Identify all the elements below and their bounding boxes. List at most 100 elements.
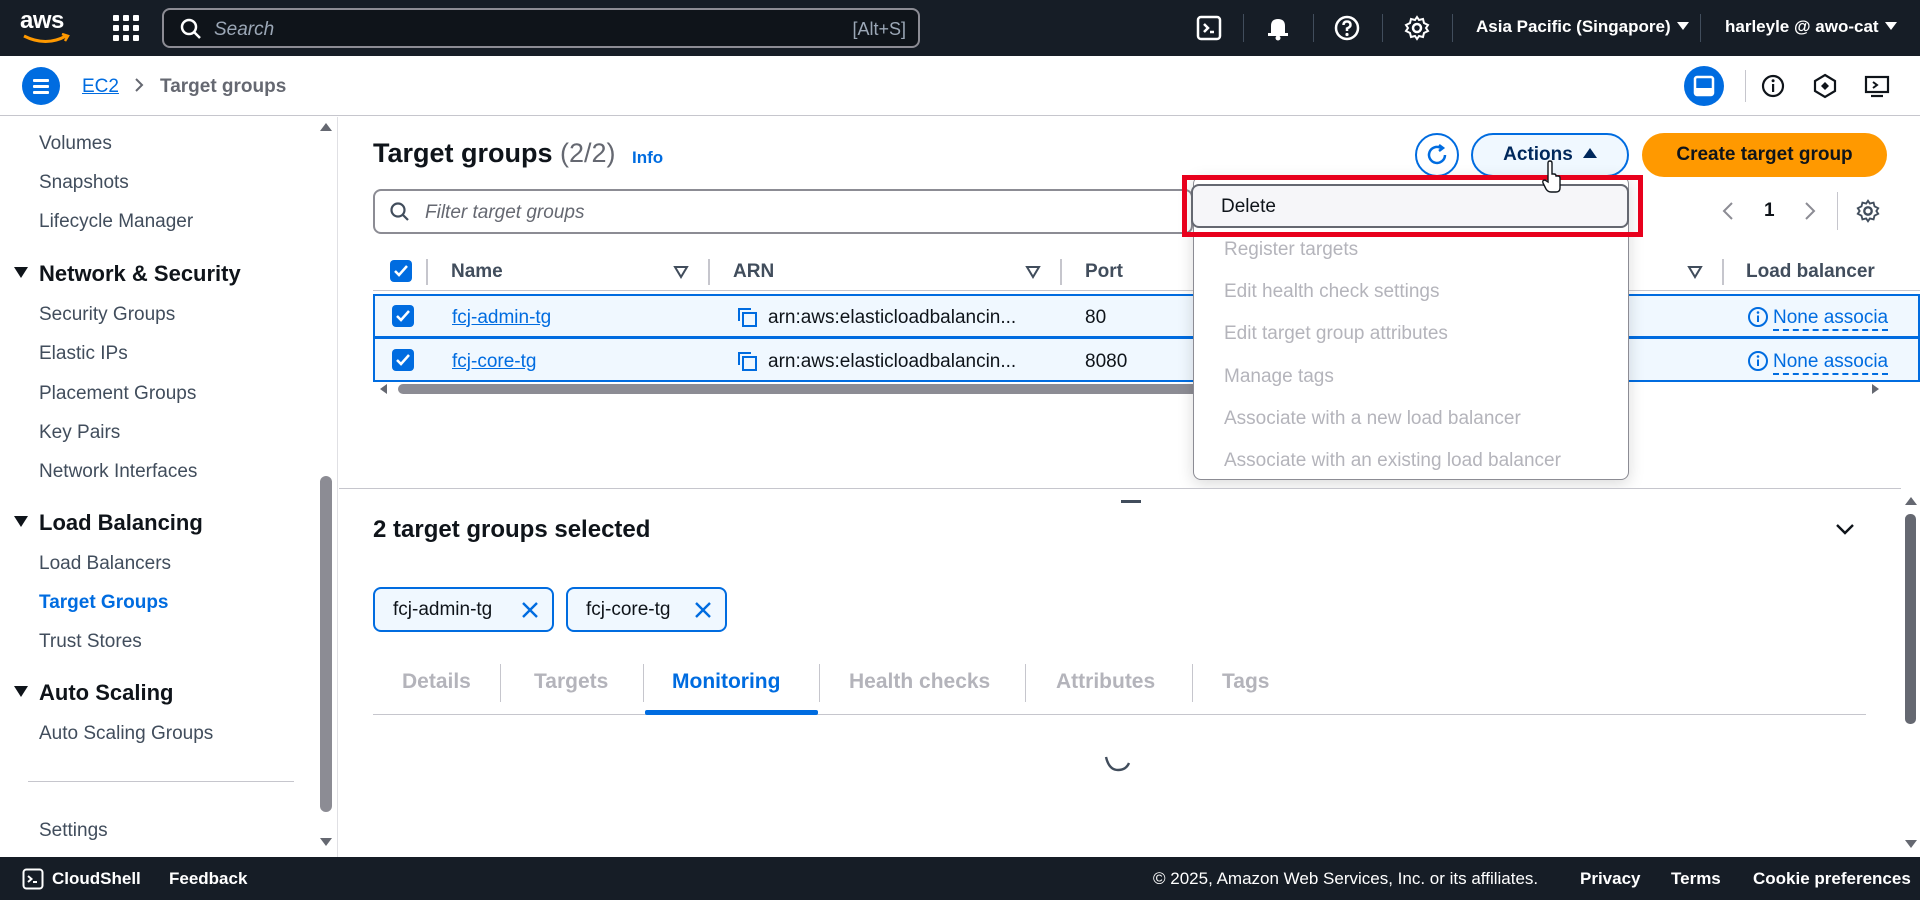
chevron-left-icon[interactable] — [1722, 201, 1734, 221]
sidebar-item-key-pairs[interactable]: Key Pairs — [39, 422, 120, 444]
menu-item-register-targets: Register targets — [1224, 239, 1359, 260]
row-checkbox[interactable] — [392, 349, 414, 371]
aws-logo-text: aws — [20, 7, 64, 34]
target-group-name-link[interactable]: fcj-admin-tg — [452, 307, 551, 329]
notifications-panel-icon[interactable] — [1809, 70, 1841, 102]
tab-details[interactable]: Details — [402, 670, 471, 694]
copyright-text: © 2025, Amazon Web Services, Inc. or its… — [1153, 869, 1539, 888]
scroll-up-arrow-icon[interactable] — [320, 123, 332, 131]
copy-icon[interactable] — [735, 305, 759, 329]
chevron-down-icon[interactable] — [1835, 522, 1855, 536]
region-selector[interactable]: Asia Pacific (Singapore) — [1476, 17, 1689, 37]
column-header-name[interactable]: Name — [451, 261, 503, 283]
column-header-arn[interactable]: ARN — [733, 261, 774, 283]
create-target-group-button[interactable]: Create target group — [1642, 133, 1887, 177]
divider — [643, 664, 644, 702]
sidebar-item-volumes[interactable]: Volumes — [39, 133, 112, 155]
breadcrumb-ec2-link[interactable]: EC2 — [82, 76, 119, 98]
sidebar-item-elastic-ips[interactable]: Elastic IPs — [39, 343, 128, 365]
column-header-port[interactable]: Port — [1085, 261, 1123, 283]
sidebar-section-auto-scaling[interactable]: Auto Scaling — [14, 680, 173, 706]
load-balancer-link[interactable]: None associa — [1773, 307, 1889, 331]
search-input[interactable]: Search [Alt+S] — [162, 8, 920, 48]
scroll-up-arrow-icon[interactable] — [1905, 497, 1917, 505]
table-row[interactable]: fcj-admin-tg arn:aws:elasticloadbalancin… — [373, 294, 1920, 338]
table-row[interactable]: fcj-core-tg arn:aws:elasticloadbalancin.… — [373, 338, 1920, 382]
column-header-load-balancer[interactable]: Load balancer — [1746, 261, 1875, 283]
hand-pointer-cursor-icon — [1542, 160, 1561, 193]
split-panel-toggle-button[interactable] — [1684, 66, 1724, 106]
filter-input[interactable]: Filter target groups — [373, 189, 1193, 234]
sidebar-item-lifecycle-manager[interactable]: Lifecycle Manager — [39, 211, 193, 233]
services-grid-icon[interactable] — [113, 15, 139, 41]
settings-gear-icon[interactable] — [1403, 14, 1431, 42]
terms-link[interactable]: Terms — [1671, 869, 1721, 889]
account-menu[interactable]: harleyle @ awo-cat — [1725, 17, 1897, 37]
menu-item-associate-new-load-balancer: Associate with a new load balancer — [1224, 408, 1521, 429]
tabs-baseline — [373, 714, 1866, 715]
table-preferences-gear-icon[interactable] — [1855, 198, 1881, 224]
sidebar-item-security-groups[interactable]: Security Groups — [39, 304, 175, 326]
aws-logo[interactable]: aws — [20, 9, 72, 45]
sidebar-scrollbar[interactable] — [320, 476, 332, 812]
sidebar-item-snapshots[interactable]: Snapshots — [39, 172, 129, 194]
privacy-link[interactable]: Privacy — [1580, 869, 1641, 889]
info-link[interactable]: Info — [632, 148, 663, 168]
feedback-link[interactable]: Feedback — [169, 869, 247, 889]
sidebar-section-network-security[interactable]: Network & Security — [14, 261, 241, 287]
cookie-preferences-link[interactable]: Cookie preferences — [1753, 869, 1911, 889]
refresh-button[interactable] — [1415, 133, 1459, 177]
notifications-bell-icon[interactable] — [1264, 14, 1292, 42]
tab-health-checks[interactable]: Health checks — [849, 670, 990, 694]
tab-tags[interactable]: Tags — [1222, 670, 1269, 694]
scroll-right-arrow-icon[interactable] — [1872, 384, 1879, 394]
sidebar-item-auto-scaling-groups[interactable]: Auto Scaling Groups — [39, 723, 213, 745]
split-panel-scrollbar[interactable] — [1905, 514, 1916, 724]
scroll-left-arrow-icon[interactable] — [380, 384, 387, 394]
sidebar-item-placement-groups[interactable]: Placement Groups — [39, 383, 196, 405]
filter-placeholder: Filter target groups — [425, 202, 585, 223]
cloudshell-icon[interactable] — [22, 868, 44, 890]
cloudshell-icon[interactable] — [1195, 14, 1223, 42]
split-panel-resize-handle[interactable] — [1121, 500, 1141, 503]
load-balancer-link[interactable]: None associa — [1773, 351, 1889, 375]
sidebar-item-target-groups[interactable]: Target Groups — [39, 592, 169, 614]
close-icon[interactable] — [520, 600, 540, 620]
tutorial-panel-icon[interactable] — [1861, 70, 1893, 102]
sort-icon[interactable] — [673, 265, 689, 279]
sidebar-item-settings[interactable]: Settings — [39, 820, 108, 842]
copy-icon[interactable] — [735, 349, 759, 373]
cloudshell-link[interactable]: CloudShell — [52, 869, 141, 889]
help-icon[interactable] — [1333, 14, 1361, 42]
sidebar-item-trust-stores[interactable]: Trust Stores — [39, 631, 142, 653]
sidebar-item-load-balancers[interactable]: Load Balancers — [39, 553, 171, 575]
sort-icon[interactable] — [1025, 265, 1041, 279]
active-tab-indicator — [645, 710, 818, 715]
sort-icon[interactable] — [1687, 265, 1703, 279]
nav-menu-button[interactable] — [22, 67, 60, 105]
section-heading: Network & Security — [39, 261, 241, 286]
sidebar-item-network-interfaces[interactable]: Network Interfaces — [39, 461, 197, 483]
divider — [1722, 259, 1724, 285]
page-number[interactable]: 1 — [1764, 200, 1775, 222]
tab-targets[interactable]: Targets — [534, 670, 608, 694]
info-panel-icon[interactable] — [1757, 70, 1789, 102]
info-circle-icon[interactable] — [1746, 349, 1770, 373]
scroll-down-arrow-icon[interactable] — [320, 838, 332, 846]
divider — [1745, 70, 1746, 102]
close-icon[interactable] — [693, 600, 713, 620]
divider — [500, 664, 501, 702]
info-circle-icon[interactable] — [1746, 305, 1770, 329]
tab-monitoring[interactable]: Monitoring — [672, 670, 780, 694]
table-horizontal-scrollbar[interactable] — [398, 384, 1198, 394]
select-all-checkbox[interactable] — [390, 260, 412, 282]
port-value: 80 — [1085, 307, 1107, 328]
row-checkbox[interactable] — [392, 305, 414, 327]
token-label: fcj-core-tg — [586, 599, 671, 620]
target-group-name-link[interactable]: fcj-core-tg — [452, 351, 536, 373]
tab-attributes[interactable]: Attributes — [1056, 670, 1155, 694]
caret-down-icon — [14, 267, 28, 278]
scroll-down-arrow-icon[interactable] — [1905, 840, 1917, 848]
chevron-right-icon[interactable] — [1804, 201, 1816, 221]
sidebar-section-load-balancing[interactable]: Load Balancing — [14, 510, 203, 536]
